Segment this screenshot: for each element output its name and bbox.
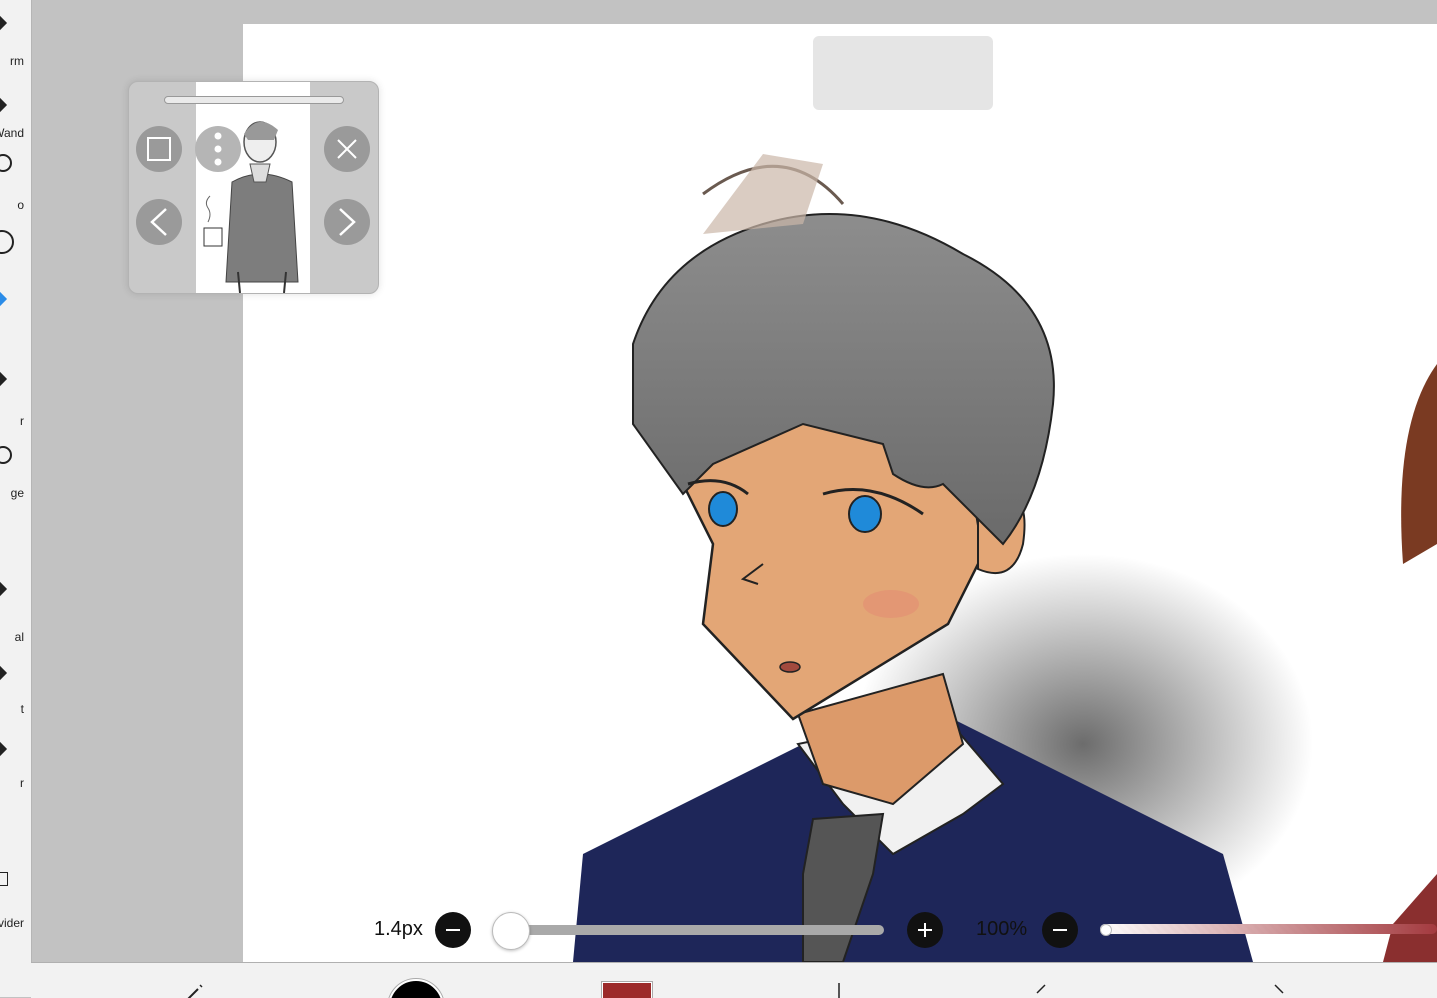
fill-icon	[0, 291, 8, 307]
undo-icon[interactable]	[1031, 981, 1051, 998]
brush-icon	[0, 230, 14, 254]
layer-icon[interactable]	[829, 981, 849, 998]
artwork	[573, 154, 1437, 962]
brush-size-decrease-button[interactable]	[435, 912, 471, 948]
frame-divider-icon	[0, 872, 8, 886]
brush-settings-icon[interactable]	[186, 981, 206, 998]
close-icon	[337, 139, 357, 159]
lasso-icon	[0, 154, 12, 172]
secondary-color-swatch[interactable]	[602, 982, 652, 998]
tool-label: Wand	[0, 126, 24, 140]
text-icon	[0, 665, 8, 681]
more-vertical-icon	[214, 132, 222, 166]
tool-label: vider	[0, 916, 24, 930]
magic-wand-icon	[0, 97, 8, 113]
tool-frame-divider[interactable]: vider	[0, 868, 31, 930]
transform-icon	[0, 15, 8, 31]
tool-label: r	[20, 776, 24, 790]
brush-size-increase-button[interactable]	[907, 912, 943, 948]
opacity-slider-handle[interactable]	[1100, 924, 1112, 936]
tool-label: al	[14, 630, 24, 644]
tool-brush[interactable]	[0, 226, 31, 266]
tool-sidebar: rm Wand o r ge al t r vider	[0, 0, 32, 997]
opacity-decrease-button[interactable]	[1042, 912, 1078, 948]
primary-color-button[interactable]	[388, 979, 444, 998]
tool-magic-wand[interactable]: Wand	[0, 96, 31, 140]
previous-reference-button[interactable]	[136, 199, 182, 245]
tool-label: o	[17, 198, 24, 212]
eraser-icon	[0, 371, 8, 387]
tool-label: rm	[10, 54, 24, 68]
tool-eraser[interactable]: r	[0, 370, 31, 428]
close-reference-button[interactable]	[324, 126, 370, 172]
tool-label: ge	[10, 486, 24, 500]
opacity-slider[interactable]	[1100, 924, 1437, 934]
fit-view-button[interactable]	[136, 126, 182, 172]
eyedropper-icon	[0, 741, 8, 757]
tool-text[interactable]: t	[0, 664, 31, 716]
reference-window[interactable]	[128, 81, 379, 294]
chevron-right-icon	[339, 208, 356, 236]
smudge-icon	[0, 446, 12, 464]
chevron-left-icon	[150, 208, 167, 236]
reference-image	[196, 82, 310, 293]
filter-icon	[0, 581, 8, 597]
opacity-value: 100%	[976, 918, 1028, 940]
tool-smudge[interactable]: ge	[0, 442, 31, 500]
tool-fill[interactable]	[0, 290, 31, 330]
drawing-canvas[interactable]	[243, 24, 1437, 962]
brush-size-slider[interactable]	[498, 925, 884, 935]
reference-drag-handle[interactable]	[164, 96, 344, 104]
tool-eyedropper[interactable]: r	[0, 740, 31, 790]
square-icon	[147, 137, 171, 161]
tool-label: t	[20, 702, 24, 716]
reference-menu-button[interactable]	[195, 126, 241, 172]
minus-icon	[1053, 929, 1067, 931]
bottom-toolbar	[31, 962, 1437, 998]
brush-size-slider-handle[interactable]	[491, 912, 530, 950]
status-overlay	[813, 36, 993, 110]
minus-icon	[446, 929, 460, 931]
redo-icon[interactable]	[1269, 981, 1289, 998]
tool-filter[interactable]: al	[0, 580, 31, 644]
tool-transform[interactable]: rm	[0, 14, 31, 68]
tool-label: r	[20, 414, 24, 428]
next-reference-button[interactable]	[324, 199, 370, 245]
brush-size-value: 1.4px	[374, 918, 423, 940]
tool-lasso[interactable]: o	[0, 150, 31, 212]
